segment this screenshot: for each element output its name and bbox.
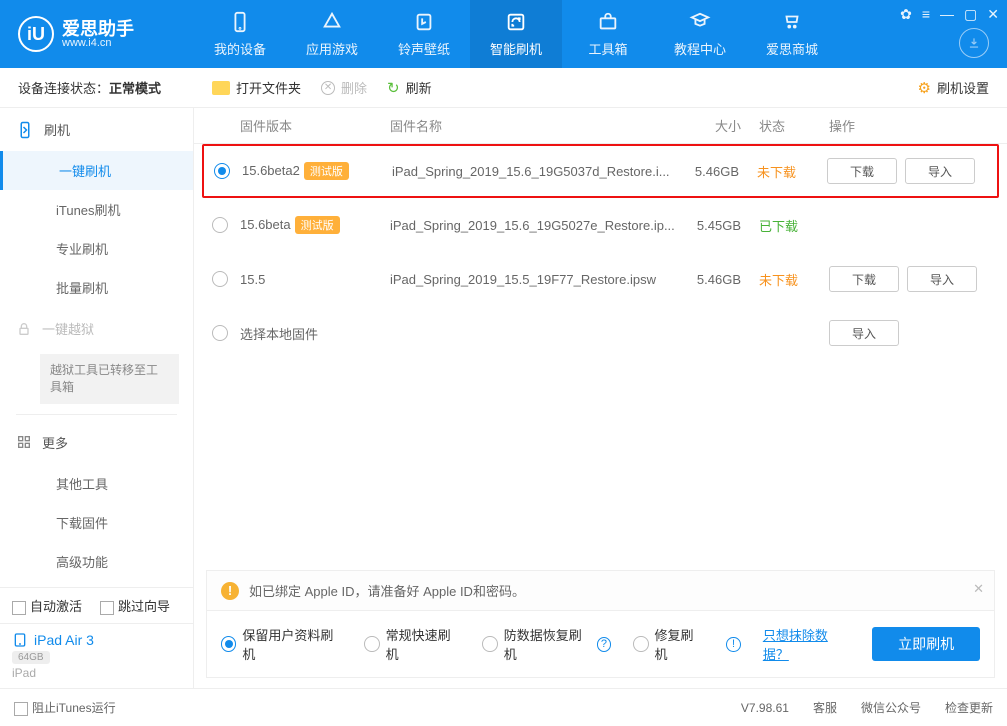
auto-activate-checkbox[interactable]: 自动激活 (12, 596, 82, 615)
delete-icon: ✕ (321, 81, 335, 95)
footer: 阻止iTunes运行 V7.98.61 客服 微信公众号 检查更新 (0, 688, 1007, 726)
firmware-size: 5.46GB (679, 272, 759, 287)
table-row[interactable]: 15.6beta测试版iPad_Spring_2019_15.6_19G5027… (202, 198, 999, 252)
wechat-link[interactable]: 微信公众号 (861, 699, 921, 716)
sidebar-group-jailbreak: 一键越狱 (0, 307, 193, 350)
beta-tag: 测试版 (304, 162, 349, 180)
device-info[interactable]: iPad Air 3 64GB iPad (0, 623, 193, 688)
sidebar-group-more[interactable]: 更多 (0, 421, 193, 464)
folder-icon (212, 81, 230, 95)
sidebar-group-flash[interactable]: 刷机 (0, 108, 193, 151)
firmware-name: iPad_Spring_2019_15.5_19F77_Restore.ipsw (390, 272, 679, 287)
download-button[interactable]: 下载 (827, 158, 897, 184)
sidebar-item-pro[interactable]: 专业刷机 (0, 229, 193, 268)
theme-icon[interactable]: ✿ (898, 4, 914, 25)
firmware-version: 15.6beta测试版 (240, 216, 390, 234)
flash-icon (16, 121, 34, 139)
row-radio[interactable] (212, 271, 228, 287)
flash-settings-button[interactable]: ⚙刷机设置 (918, 78, 989, 97)
table-row[interactable]: 15.5iPad_Spring_2019_15.5_19F77_Restore.… (202, 252, 999, 306)
info-icon[interactable]: ! (726, 637, 741, 652)
sidebar-item-advanced[interactable]: 高级功能 (0, 542, 193, 581)
sidebar-item-batch[interactable]: 批量刷机 (0, 268, 193, 307)
refresh-button[interactable]: ↻刷新 (387, 78, 432, 97)
table-row[interactable]: 选择本地固件 导入 (202, 306, 999, 360)
firmware-name: iPad_Spring_2019_15.6_19G5027e_Restore.i… (390, 218, 679, 233)
version-label: V7.98.61 (741, 701, 789, 715)
firmware-size: 5.46GB (677, 164, 757, 179)
firmware-status: 已下载 (759, 216, 829, 235)
minimize-icon[interactable]: — (938, 4, 956, 25)
import-button[interactable]: 导入 (905, 158, 975, 184)
sidebar-item-other[interactable]: 其他工具 (0, 464, 193, 503)
row-radio[interactable] (214, 163, 230, 179)
sidebar-item-itunes[interactable]: iTunes刷机 (0, 190, 193, 229)
refresh-icon: ↻ (387, 79, 400, 97)
nav-tutorial[interactable]: 教程中心 (654, 0, 746, 68)
notice-banner: ! 如已绑定 Apple ID，请准备好 Apple ID和密码。 ✕ (206, 570, 995, 611)
row-radio[interactable] (212, 217, 228, 233)
firmware-status: 未下载 (757, 162, 827, 181)
sidebar: 刷机 一键刷机 iTunes刷机 专业刷机 批量刷机 一键越狱 越狱工具已转移至… (0, 108, 194, 688)
nav-toolbox[interactable]: 工具箱 (562, 0, 654, 68)
brand: iU 爱思助手 www.i4.cn (0, 16, 194, 52)
nav-flash[interactable]: 智能刷机 (470, 0, 562, 68)
table-header: 固件版本 固件名称 大小 状态 操作 (194, 108, 1007, 144)
warning-icon: ! (221, 582, 239, 600)
brand-site: www.i4.cn (62, 38, 134, 49)
firmware-version: 15.5 (240, 272, 390, 287)
nav-ringtone[interactable]: 铃声壁纸 (378, 0, 470, 68)
firmware-version: 15.6beta2测试版 (242, 162, 392, 180)
nav-my-device[interactable]: 我的设备 (194, 0, 286, 68)
nav-store[interactable]: 爱思商城 (746, 0, 838, 68)
opt-keep-data[interactable]: 保留用户资料刷机 (221, 625, 342, 663)
gear-icon: ⚙ (918, 79, 931, 97)
info-icon[interactable]: ? (597, 637, 611, 652)
firmware-size: 5.45GB (679, 218, 759, 233)
titlebar: iU 爱思助手 www.i4.cn 我的设备 应用游戏 铃声壁纸 智能刷机 工具… (0, 0, 1007, 68)
grid-icon (16, 434, 32, 450)
support-link[interactable]: 客服 (813, 699, 837, 716)
storage-chip: 64GB (12, 651, 50, 664)
firmware-list: 15.6beta2测试版iPad_Spring_2019_15.6_19G503… (194, 144, 1007, 562)
sidebar-item-dlfw[interactable]: 下载固件 (0, 503, 193, 542)
device-status: 设备连接状态：正常模式 (0, 78, 194, 97)
firmware-name: iPad_Spring_2019_15.6_19G5037d_Restore.i… (392, 164, 677, 179)
skip-guide-checkbox[interactable]: 跳过向导 (100, 596, 170, 615)
row-radio[interactable] (212, 325, 228, 341)
window-controls: ✿ ≡ — ▢ ✕ (898, 4, 1001, 25)
wipe-only-link[interactable]: 只想抹除数据？ (763, 625, 851, 663)
firmware-status: 未下载 (759, 270, 829, 289)
tablet-icon (12, 632, 28, 648)
download-bubble-icon[interactable] (959, 28, 989, 58)
flash-options: 保留用户资料刷机 常规快速刷机 防数据恢复刷机? 修复刷机 ! 只想抹除数据？ … (206, 611, 995, 678)
open-folder-button[interactable]: 打开文件夹 (212, 78, 301, 97)
import-button[interactable]: 导入 (829, 320, 899, 346)
firmware-version: 选择本地固件 (240, 324, 390, 343)
sub-toolbar: 设备连接状态：正常模式 打开文件夹 ✕删除 ↻刷新 ⚙刷机设置 (0, 68, 1007, 108)
top-nav: 我的设备 应用游戏 铃声壁纸 智能刷机 工具箱 教程中心 爱思商城 (194, 0, 838, 68)
delete-button: ✕删除 (321, 78, 367, 97)
lock-icon (16, 321, 32, 337)
close-icon[interactable]: ✕ (985, 4, 1001, 25)
beta-tag: 测试版 (295, 216, 340, 234)
opt-repair[interactable]: 修复刷机 (633, 625, 704, 663)
table-row[interactable]: 15.6beta2测试版iPad_Spring_2019_15.6_19G503… (202, 144, 999, 198)
flash-now-button[interactable]: 立即刷机 (872, 627, 980, 661)
notice-close-button[interactable]: ✕ (973, 581, 984, 597)
logo-icon: iU (18, 16, 54, 52)
content: 固件版本 固件名称 大小 状态 操作 15.6beta2测试版iPad_Spri… (194, 108, 1007, 688)
opt-antirecovery[interactable]: 防数据恢复刷机? (482, 625, 611, 663)
maximize-icon[interactable]: ▢ (962, 4, 979, 25)
opt-normal[interactable]: 常规快速刷机 (364, 625, 460, 663)
download-button[interactable]: 下载 (829, 266, 899, 292)
sidebar-item-oneclick[interactable]: 一键刷机 (0, 151, 193, 190)
nav-apps[interactable]: 应用游戏 (286, 0, 378, 68)
block-itunes-checkbox[interactable]: 阻止iTunes运行 (14, 699, 116, 716)
menu-icon[interactable]: ≡ (920, 4, 932, 25)
check-update-link[interactable]: 检查更新 (945, 699, 993, 716)
sidebar-jailbreak-note: 越狱工具已转移至工具箱 (40, 354, 179, 404)
import-button[interactable]: 导入 (907, 266, 977, 292)
brand-name: 爱思助手 (62, 20, 134, 38)
